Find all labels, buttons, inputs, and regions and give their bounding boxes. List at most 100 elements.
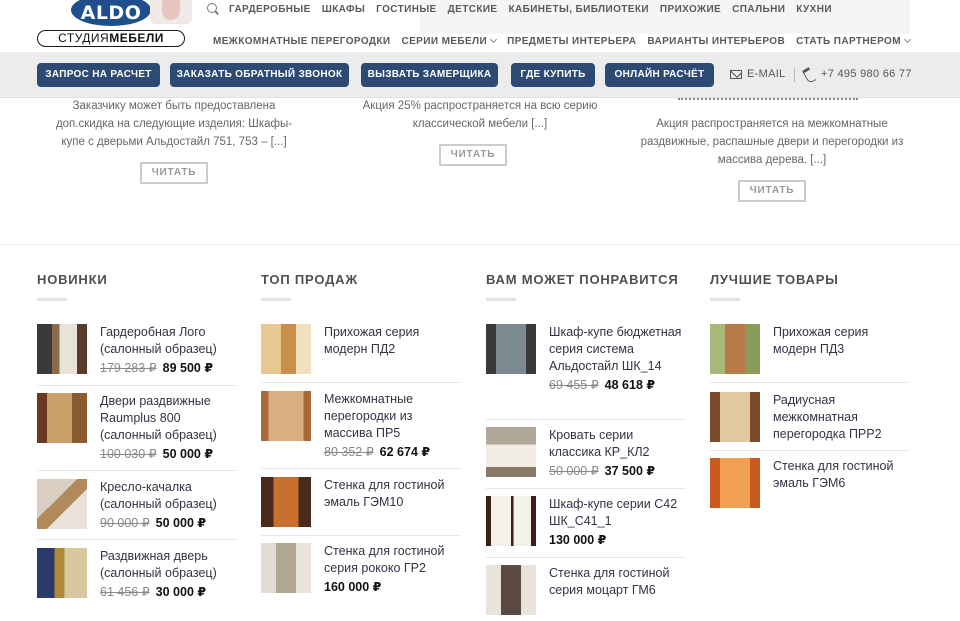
new-price: 50 000 ₽: [162, 447, 214, 461]
product-thumbnail[interactable]: [486, 496, 536, 546]
product-name[interactable]: Стенка для гостиной серия рококо ГР2: [324, 543, 461, 577]
new-price: 89 500 ₽: [162, 361, 214, 375]
product-thumbnail[interactable]: [37, 479, 87, 529]
nav-item-interior-items[interactable]: ПРЕДМЕТЫ ИНТЕРЬЕРА: [507, 36, 636, 47]
product-item[interactable]: Шкаф-купе бюджетная серия система Альдос…: [486, 324, 686, 392]
product-item[interactable]: Раздвижная дверь (салонный образец) 61 4…: [37, 548, 237, 599]
product-item[interactable]: Шкаф-купе серии С42 ШК_С41_1 130 000 ₽: [486, 496, 686, 547]
online-calc-button[interactable]: ОНЛАЙН РАСЧЁТ: [605, 63, 714, 87]
nav-item-partner[interactable]: СТАТЬ ПАРТНЕРОМ: [796, 35, 911, 47]
nav-item-kids[interactable]: ДЕТСКИЕ: [448, 4, 498, 15]
promo-text-3: Акция распространяется на межкомнатные р…: [640, 118, 904, 166]
product-thumbnail[interactable]: [37, 324, 87, 374]
product-thumbnail[interactable]: [37, 393, 87, 443]
nav-item-partitions[interactable]: МЕЖКОМНАТНЫЕ ПЕРЕГОРОДКИ: [213, 36, 390, 47]
product-thumbnail[interactable]: [261, 477, 311, 527]
product-name[interactable]: Кресло-качалка (салонный образец): [100, 479, 237, 513]
product-name[interactable]: Радиусная межкомнатная перегородка ПРР2: [773, 392, 910, 443]
product-item[interactable]: Двери раздвижные Raumplus 800 (салонный …: [37, 393, 237, 461]
product-thumbnail[interactable]: [261, 391, 311, 441]
product-price: 100 030 ₽ 50 000 ₽: [100, 446, 237, 461]
logo-subtitle-light: СТУДИЯ: [58, 31, 110, 45]
old-price: 69 455 ₽: [549, 378, 599, 392]
product-thumbnail[interactable]: [486, 565, 536, 615]
product-divider: [37, 385, 237, 386]
product-thumbnail[interactable]: [710, 324, 760, 374]
product-item[interactable]: Межкомнатные перегородки из массива ПР5 …: [261, 391, 461, 459]
call-measurer-button[interactable]: ВЫЗВАТЬ ЗАМЕРЩИКА: [361, 63, 498, 87]
secondary-nav: МЕЖКОМНАТНЫЕ ПЕРЕГОРОДКИ СЕРИИ МЕБЕЛИ ПР…: [213, 34, 921, 48]
nav-item-living-rooms[interactable]: ГОСТИНЫЕ: [376, 4, 436, 15]
phone-icon: [805, 68, 815, 80]
product-name[interactable]: Шкаф-купе серии С42 ШК_С41_1: [549, 496, 686, 530]
product-name[interactable]: Стенка для гостиной серия моцарт ГМ6: [549, 565, 686, 599]
product-divider: [486, 488, 686, 489]
product-price: 61 456 ₽ 30 000 ₽: [100, 584, 237, 599]
nav-item-closets[interactable]: ШКАФЫ: [322, 4, 365, 15]
product-name[interactable]: Раздвижная дверь (салонный образец): [100, 548, 237, 582]
product-name[interactable]: Стенка для гостиной эмаль ГЭМ6: [773, 458, 910, 492]
product-name[interactable]: Стенка для гостиной эмаль ГЭМ10: [324, 477, 461, 511]
action-bar: ЗАПРОС НА РАСЧЕТ ЗАКАЗАТЬ ОБРАТНЫЙ ЗВОНО…: [0, 52, 960, 98]
product-thumbnail[interactable]: [261, 324, 311, 374]
product-item[interactable]: Гардеробная Лого (салонный образец) 179 …: [37, 324, 237, 375]
nav-item-interior-variants[interactable]: ВАРИАНТЫ ИНТЕРЬЕРОВ: [647, 36, 785, 47]
email-link[interactable]: E-MAIL: [730, 68, 785, 80]
product-price: 179 283 ₽ 89 500 ₽: [100, 360, 237, 375]
new-price: 130 000 ₽: [549, 533, 607, 547]
read-more-button-1[interactable]: ЧИТАТЬ: [140, 162, 208, 184]
envelope-icon: [730, 69, 742, 79]
product-item[interactable]: Стенка для гостиной эмаль ГЭМ6: [710, 458, 910, 508]
product-name[interactable]: Шкаф-купе бюджетная серия система Альдос…: [549, 324, 686, 375]
nav-item-series[interactable]: СЕРИИ МЕБЕЛИ: [401, 36, 498, 47]
product-item[interactable]: Кровать серии классика КР_КЛ2 50 000 ₽ 37…: [486, 427, 686, 478]
product-item[interactable]: Стенка для гостиной серия рококо ГР2 160…: [261, 543, 461, 594]
phone-number: +7 495 980 66 77: [821, 68, 912, 80]
title-underline: [261, 298, 291, 301]
product-name[interactable]: Межкомнатные перегородки из массива ПР5: [324, 391, 461, 442]
nav-item-offices[interactable]: КАБИНЕТЫ, БИБЛИОТЕКИ: [509, 4, 649, 15]
product-thumbnail[interactable]: [486, 324, 536, 374]
logo-brand: ALDO: [80, 2, 142, 24]
product-item[interactable]: Кресло-качалка (салонный образец) 90 000…: [37, 479, 237, 530]
old-price: 179 283 ₽: [100, 361, 157, 375]
request-quote-button[interactable]: ЗАПРОС НА РАСЧЕТ: [37, 63, 160, 87]
product-item[interactable]: Прихожая серия модерн ПД3: [710, 324, 910, 374]
column-title: ТОП ПРОДАЖ: [261, 272, 358, 287]
product-name[interactable]: Кровать серии классика КР_КЛ2: [549, 427, 686, 461]
chevron-down-icon: [903, 35, 911, 44]
product-item[interactable]: Радиусная межкомнатная перегородка ПРР2: [710, 392, 910, 443]
product-thumbnail[interactable]: [261, 543, 311, 593]
product-name[interactable]: Двери раздвижные Raumplus 800 (салонный …: [100, 393, 237, 444]
product-item[interactable]: Стенка для гостиной серия моцарт ГМ6: [486, 565, 686, 615]
main-nav: ГАРДЕРОБНЫЕ ШКАФЫ ГОСТИНЫЕ ДЕТСКИЕ КАБИН…: [207, 2, 843, 16]
search-icon[interactable]: [207, 3, 219, 15]
where-to-buy-button[interactable]: ГДЕ КУПИТЬ: [511, 63, 595, 87]
phone-link[interactable]: +7 495 980 66 77: [805, 68, 912, 80]
nav-item-hallways[interactable]: ПРИХОЖИЕ: [660, 4, 721, 15]
product-price: 80 352 ₽ 62 674 ₽: [324, 444, 461, 459]
header-photo: [150, 0, 192, 24]
old-price: 100 030 ₽: [100, 447, 157, 461]
product-item[interactable]: Прихожая серия модерн ПД2: [261, 324, 461, 374]
product-thumbnail[interactable]: [37, 548, 87, 598]
product-name[interactable]: Прихожая серия модерн ПД2: [324, 324, 461, 358]
product-name[interactable]: Прихожая серия модерн ПД3: [773, 324, 910, 358]
nav-item-kitchens[interactable]: КУХНИ: [796, 4, 832, 15]
product-thumbnail[interactable]: [486, 427, 536, 477]
callback-button[interactable]: ЗАКАЗАТЬ ОБРАТНЫЙ ЗВОНОК: [170, 63, 349, 87]
product-divider: [710, 450, 910, 451]
product-divider: [486, 557, 686, 558]
column-recommended: ВАМ МОЖЕТ ПОНРАВИТСЯ: [486, 272, 686, 319]
product-thumbnail[interactable]: [710, 458, 760, 508]
product-thumbnail[interactable]: [710, 392, 760, 442]
nav-item-bedrooms[interactable]: СПАЛЬНИ: [732, 4, 785, 15]
product-name[interactable]: Гардеробная Лого (салонный образец): [100, 324, 237, 358]
promo-title-fragment: [678, 98, 858, 101]
new-price: 160 000 ₽: [324, 580, 382, 594]
nav-item-wardrobes[interactable]: ГАРДЕРОБНЫЕ: [229, 4, 311, 15]
product-divider: [486, 419, 686, 420]
product-item[interactable]: Стенка для гостиной эмаль ГЭМ10: [261, 477, 461, 527]
read-more-button-3[interactable]: ЧИТАТЬ: [738, 180, 806, 202]
read-more-button-2[interactable]: ЧИТАТЬ: [439, 144, 507, 166]
